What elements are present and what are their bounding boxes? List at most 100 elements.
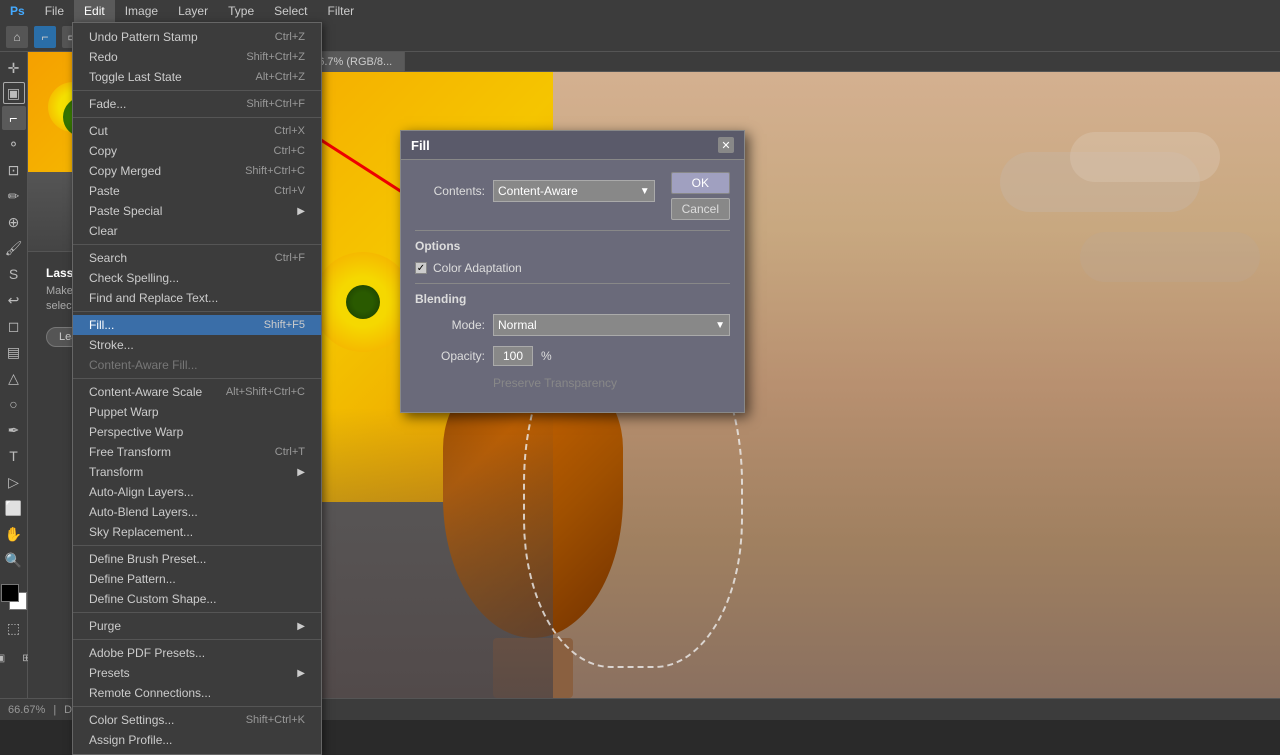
tool-hand[interactable]: ✋ [2, 522, 26, 546]
sep4 [73, 311, 321, 312]
sep7 [73, 612, 321, 613]
tool-shape[interactable]: ⬜ [2, 496, 26, 520]
menu-copy-merged[interactable]: Copy Merged Shift+Ctrl+C [73, 161, 321, 181]
opacity-label: Opacity: [415, 349, 485, 363]
menu-transform[interactable]: Transform ▶ [73, 462, 321, 482]
tool-eraser[interactable]: ◻ [2, 314, 26, 338]
foreground-color-swatch[interactable] [1, 584, 19, 602]
fill-cancel-button[interactable]: Cancel [671, 198, 730, 220]
blending-section: Blending Mode: Normal ▼ Opacity: % Prese… [415, 283, 730, 390]
contents-inner-row: Contents: Content-Aware ▼ [415, 180, 655, 202]
menu-redo[interactable]: Redo Shift+Ctrl+Z [73, 47, 321, 67]
fill-dialog-body: Contents: Content-Aware ▼ OK Cancel Opti… [401, 160, 744, 412]
menu-item-file[interactable]: File [35, 0, 74, 22]
menu-item-type[interactable]: Type [218, 0, 264, 22]
sep1 [73, 90, 321, 91]
menu-item-filter[interactable]: Filter [317, 0, 364, 22]
menu-cut[interactable]: Cut Ctrl+X [73, 121, 321, 141]
sep5 [73, 378, 321, 379]
tool-type[interactable]: T [2, 444, 26, 468]
menu-find-replace[interactable]: Find and Replace Text... [73, 288, 321, 308]
sep9 [73, 706, 321, 707]
menu-adobe-pdf[interactable]: Adobe PDF Presets... [73, 643, 321, 663]
fill-dialog-header: Fill ✕ [401, 131, 744, 160]
contents-row: Contents: Content-Aware ▼ OK Cancel [415, 172, 730, 220]
fill-ok-button[interactable]: OK [671, 172, 730, 194]
fill-button-group: OK Cancel [671, 172, 730, 220]
opacity-input[interactable] [493, 346, 533, 366]
menu-item-select[interactable]: Select [264, 0, 317, 22]
tool-heal[interactable]: ⊕ [2, 210, 26, 234]
tool-lasso[interactable]: ⌐ [2, 106, 26, 130]
menu-item-layer[interactable]: Layer [168, 0, 218, 22]
toolbar-lasso-icon[interactable]: ⌐ [34, 26, 56, 48]
fill-dialog: Fill ✕ Contents: Content-Aware ▼ OK Canc… [400, 130, 745, 413]
tool-path-select[interactable]: ▷ [2, 470, 26, 494]
tool-move[interactable]: ✛ [2, 56, 26, 80]
menu-fade[interactable]: Fade... Shift+Ctrl+F [73, 94, 321, 114]
contents-label: Contents: [415, 184, 485, 198]
menu-paste[interactable]: Paste Ctrl+V [73, 181, 321, 201]
menu-fill[interactable]: Fill... Shift+F5 [73, 315, 321, 335]
tool-dodge[interactable]: ○ [2, 392, 26, 416]
menu-item-edit[interactable]: Edit [74, 0, 115, 22]
mode-select[interactable]: Normal ▼ [493, 314, 730, 336]
toolbar-home-icon[interactable]: ⌂ [6, 26, 28, 48]
menu-auto-align-layers[interactable]: Auto-Align Layers... [73, 482, 321, 502]
tool-history-brush[interactable]: ↩ [2, 288, 26, 312]
menu-toggle-last-state[interactable]: Toggle Last State Alt+Ctrl+Z [73, 67, 321, 87]
menu-define-brush[interactable]: Define Brush Preset... [73, 549, 321, 569]
mode-row: Mode: Normal ▼ [415, 314, 730, 336]
menu-undo-pattern[interactable]: Undo Pattern Stamp Ctrl+Z [73, 27, 321, 47]
edit-menu: Undo Pattern Stamp Ctrl+Z Redo Shift+Ctr… [72, 22, 322, 755]
sep3 [73, 244, 321, 245]
menu-free-transform[interactable]: Free Transform Ctrl+T [73, 442, 321, 462]
color-adaptation-row: ✓ Color Adaptation [415, 261, 730, 275]
color-adaptation-label: Color Adaptation [433, 261, 522, 275]
tool-screen-mode[interactable]: ▣ [0, 646, 13, 670]
sep2 [73, 117, 321, 118]
menu-purge[interactable]: Purge ▶ [73, 616, 321, 636]
menu-item-image[interactable]: Image [115, 0, 168, 22]
menu-define-pattern[interactable]: Define Pattern... [73, 569, 321, 589]
menu-define-custom-shape[interactable]: Define Custom Shape... [73, 589, 321, 609]
options-title: Options [415, 239, 730, 253]
tool-crop[interactable]: ⊡ [2, 158, 26, 182]
menu-content-aware-scale[interactable]: Content-Aware Scale Alt+Shift+Ctrl+C [73, 382, 321, 402]
menu-stroke[interactable]: Stroke... [73, 335, 321, 355]
menu-content-aware-fill: Content-Aware Fill... [73, 355, 321, 375]
menu-check-spelling[interactable]: Check Spelling... [73, 268, 321, 288]
tool-blur[interactable]: △ [2, 366, 26, 390]
menu-paste-special[interactable]: Paste Special ▶ [73, 201, 321, 221]
color-adaptation-checkbox[interactable]: ✓ [415, 262, 427, 274]
menu-assign-profile[interactable]: Assign Profile... [73, 730, 321, 750]
tool-quick-mask[interactable]: ⬚ [2, 616, 26, 640]
menu-color-settings[interactable]: Color Settings... Shift+Ctrl+K [73, 710, 321, 730]
menu-clear[interactable]: Clear [73, 221, 321, 241]
menu-copy[interactable]: Copy Ctrl+C [73, 141, 321, 161]
options-section: Options ✓ Color Adaptation [415, 230, 730, 275]
contents-select[interactable]: Content-Aware ▼ [493, 180, 655, 202]
tool-brush[interactable]: 🖌 [2, 236, 26, 260]
opacity-row: Opacity: % [415, 346, 730, 366]
preserve-transparency-row: Preserve Transparency [415, 376, 730, 390]
tool-clone[interactable]: S [2, 262, 26, 286]
preserve-transparency-text: Preserve Transparency [493, 376, 617, 390]
menu-presets[interactable]: Presets ▶ [73, 663, 321, 683]
menu-remote-connections[interactable]: Remote Connections... [73, 683, 321, 703]
menu-sky-replacement[interactable]: Sky Replacement... [73, 522, 321, 542]
tool-select[interactable]: ▣ [3, 82, 25, 104]
menu-puppet-warp[interactable]: Puppet Warp [73, 402, 321, 422]
tool-quick-select[interactable]: ⚬ [2, 132, 26, 156]
tool-pen[interactable]: ✒ [2, 418, 26, 442]
status-text: 66.67% [8, 704, 45, 716]
menu-auto-blend-layers[interactable]: Auto-Blend Layers... [73, 502, 321, 522]
tool-gradient[interactable]: ▤ [2, 340, 26, 364]
menu-search[interactable]: Search Ctrl+F [73, 248, 321, 268]
fill-dialog-close-button[interactable]: ✕ [718, 137, 734, 153]
sep8 [73, 639, 321, 640]
menu-item-ps[interactable]: Ps [0, 0, 35, 22]
tool-eyedropper[interactable]: ✏ [2, 184, 26, 208]
menu-perspective-warp[interactable]: Perspective Warp [73, 422, 321, 442]
tool-zoom[interactable]: 🔍 [2, 548, 26, 572]
